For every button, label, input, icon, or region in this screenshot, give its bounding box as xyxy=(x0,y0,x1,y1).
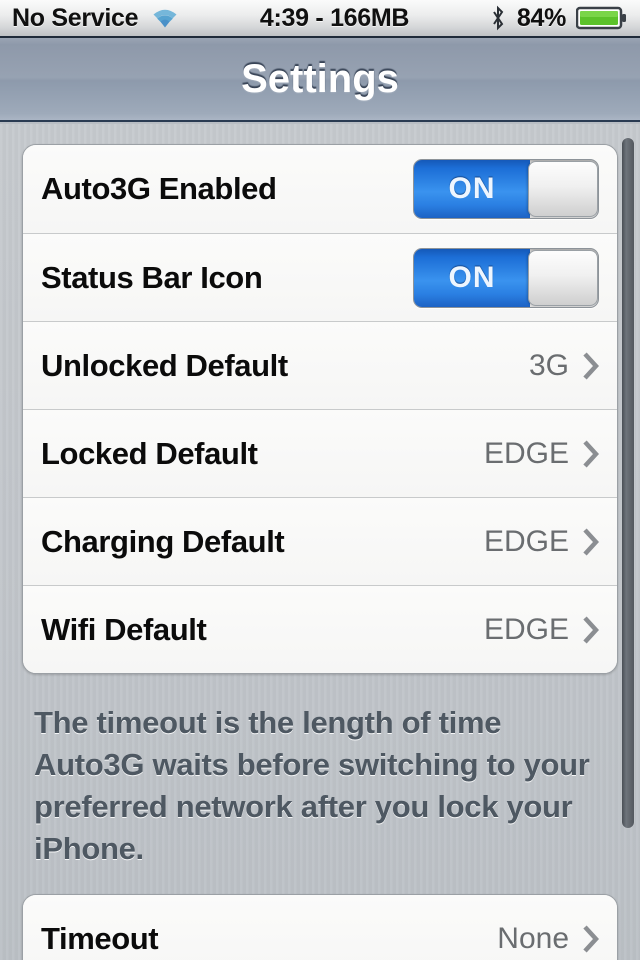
status-bar-left: No Service xyxy=(12,4,180,33)
status-bar-right: 84% xyxy=(489,4,628,33)
table-row[interactable]: Auto3G Enabled ON xyxy=(23,145,617,233)
settings-group-timeout: Timeout None xyxy=(22,894,618,960)
table-row[interactable]: Timeout None xyxy=(23,895,617,960)
battery-percent-label: 84% xyxy=(516,3,566,32)
row-label-timeout: Timeout xyxy=(41,921,159,956)
row-label-wifi-default: Wifi Default xyxy=(41,611,207,647)
row-label-auto3g-enabled: Auto3G Enabled xyxy=(41,171,277,206)
chevron-right-icon xyxy=(583,527,599,556)
table-row[interactable]: Unlocked Default 3G xyxy=(23,321,617,409)
carrier-label: No Service xyxy=(12,3,139,32)
row-value-charging-default: EDGE xyxy=(483,524,569,558)
vertical-scrollbar[interactable] xyxy=(622,138,634,828)
table-row[interactable]: Charging Default EDGE xyxy=(23,497,617,585)
settings-group-main: Auto3G Enabled ON Status Bar Icon ON Unl… xyxy=(22,144,618,674)
row-accessory: ON xyxy=(413,159,599,219)
row-accessory: EDGE xyxy=(484,525,599,559)
status-bar: No Service 4:39 - 166MB 84% xyxy=(0,0,640,38)
page-title: Settings xyxy=(241,56,399,101)
row-label-status-bar-icon: Status Bar Icon xyxy=(41,259,263,295)
row-value-wifi-default: EDGE xyxy=(483,612,569,646)
toggle-auto3g-enabled[interactable]: ON xyxy=(413,159,599,219)
bluetooth-icon xyxy=(489,5,507,32)
table-row[interactable]: Wifi Default EDGE xyxy=(23,585,617,673)
row-label-locked-default: Locked Default xyxy=(41,435,258,471)
status-bar-center: 4:39 - 166MB xyxy=(180,4,489,33)
row-value-unlocked-default: 3G xyxy=(528,348,569,382)
navigation-bar: Settings xyxy=(0,38,640,122)
table-row[interactable]: Locked Default EDGE xyxy=(23,409,617,497)
clock-memory-label: 4:39 - 166MB xyxy=(259,3,410,32)
chevron-right-icon xyxy=(583,439,599,468)
wifi-icon xyxy=(150,6,180,30)
toggle-knob[interactable] xyxy=(528,249,598,306)
settings-scroll-view[interactable]: Auto3G Enabled ON Status Bar Icon ON Unl… xyxy=(0,124,640,960)
row-accessory: 3G xyxy=(529,349,599,383)
row-accessory: EDGE xyxy=(484,613,599,647)
row-value-locked-default: EDGE xyxy=(483,436,569,470)
toggle-on-label: ON xyxy=(448,172,496,205)
row-accessory: EDGE xyxy=(484,437,599,471)
chevron-right-icon xyxy=(583,925,599,953)
toggle-track-on: ON xyxy=(414,248,530,307)
toggle-on-label: ON xyxy=(448,260,496,294)
iphone-screen: No Service 4:39 - 166MB 84% Settings Aut… xyxy=(0,0,640,960)
chevron-right-icon xyxy=(583,351,599,380)
toggle-track-on: ON xyxy=(414,160,530,218)
row-accessory: ON xyxy=(413,247,599,308)
section-footer-text: The timeout is the length of time Auto3G… xyxy=(34,705,590,866)
row-accessory: None xyxy=(497,922,599,956)
toggle-knob[interactable] xyxy=(528,161,598,217)
row-value-timeout: None xyxy=(497,922,569,955)
table-row[interactable]: Status Bar Icon ON xyxy=(23,233,617,321)
chevron-right-icon xyxy=(583,615,599,644)
row-label-charging-default: Charging Default xyxy=(41,523,285,559)
row-label-unlocked-default: Unlocked Default xyxy=(41,347,288,383)
toggle-status-bar-icon[interactable]: ON xyxy=(413,247,599,308)
battery-icon xyxy=(576,5,628,31)
